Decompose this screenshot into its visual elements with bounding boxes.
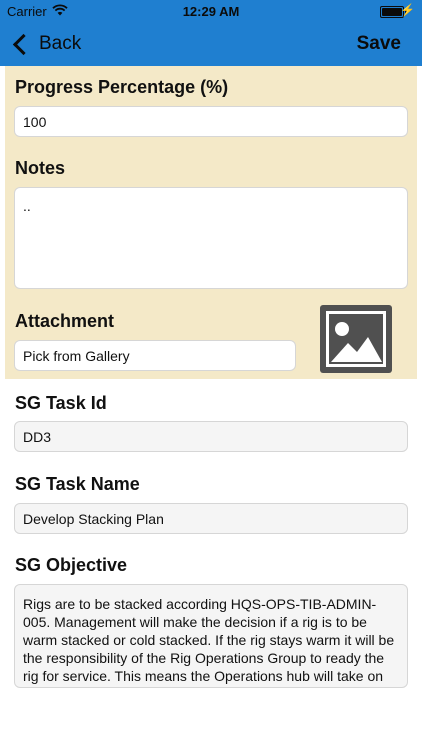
objective-textarea[interactable]: Rigs are to be stacked according HQS-OPS… <box>14 584 408 688</box>
notes-textarea[interactable]: .. <box>14 187 408 289</box>
back-label: Back <box>39 33 82 54</box>
back-button[interactable]: Back <box>10 30 81 58</box>
progress-label: Progress Percentage (%) <box>15 77 229 97</box>
attachment-label: Attachment <box>15 311 115 331</box>
save-button[interactable]: Save <box>357 33 401 55</box>
status-time: 12:29 AM <box>182 4 240 19</box>
chevron-left-icon <box>12 33 35 55</box>
pick-from-gallery-button[interactable]: Pick from Gallery <box>14 340 296 371</box>
navigation-bar: Carrier 12:29 AM ⚡ Back Save <box>0 0 422 66</box>
notes-label: Notes <box>15 158 66 178</box>
image-placeholder-icon[interactable] <box>320 305 392 373</box>
status-bar: Carrier 12:29 AM ⚡ <box>0 0 422 22</box>
charging-icon: ⚡ <box>400 3 415 17</box>
task-id-field: DD3 <box>14 421 408 452</box>
task-id-label: SG Task Id <box>15 393 107 413</box>
objective-label: SG Objective <box>15 555 128 575</box>
progress-input[interactable]: 100 <box>14 106 408 137</box>
task-name-field: Develop Stacking Plan <box>14 503 408 534</box>
task-name-label: SG Task Name <box>15 474 140 494</box>
